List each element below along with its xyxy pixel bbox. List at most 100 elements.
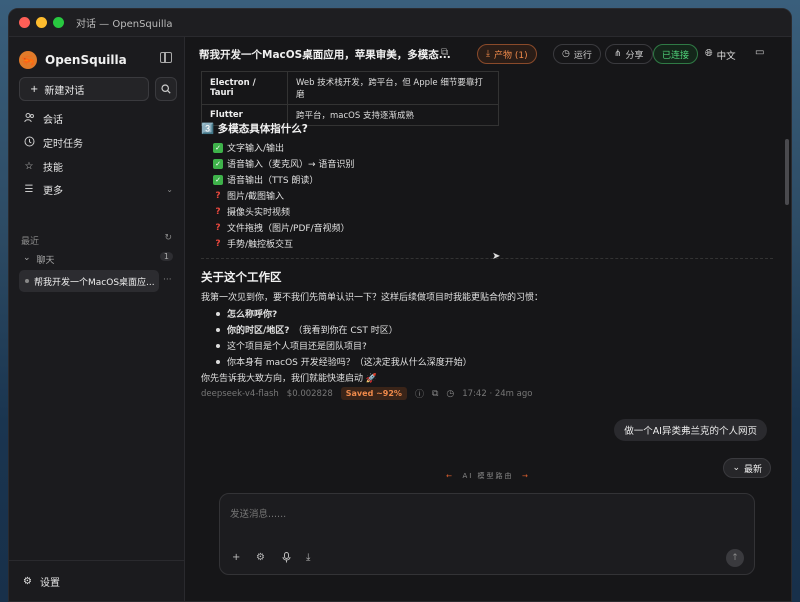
list-item-text: 文字输入/输出	[227, 144, 285, 154]
list-item: 你的时区/地区? （我看到你在 CST 时区）	[213, 323, 398, 336]
list-item-text: 这个项目是个人项目还是团队项目?	[227, 342, 367, 352]
close-window-button[interactable]	[19, 17, 30, 28]
bullet-icon	[216, 359, 220, 364]
minimize-window-button[interactable]	[36, 17, 47, 28]
copy-icon[interactable]: ⧉	[441, 47, 448, 58]
list-item: ✓ 语音输入（麦克风）→ 语音识别	[213, 157, 354, 170]
window-title: 对话 — OpenSquilla	[76, 19, 173, 30]
chevron-down-icon: ⌄	[23, 253, 31, 263]
sidebar-item-sessions[interactable]: 会话	[23, 111, 173, 126]
conversation-item[interactable]: 帮我开发一个MacOS桌面应...	[19, 270, 159, 292]
list-item-text: 摄像头实时视频	[227, 208, 291, 218]
list-item: ? 图片/截图输入	[213, 189, 285, 203]
question-icon: ?	[215, 222, 221, 233]
share-button[interactable]: ⋔ 分享	[605, 44, 653, 64]
paragraph: 你先告诉我大致方向，我们就能快速启动 🚀	[201, 374, 378, 384]
check-icon: ✓	[213, 174, 223, 185]
conversation-title: 帮我开发一个MacOS桌面应...	[34, 277, 155, 288]
mouse-cursor-icon: ➤	[492, 251, 501, 262]
question-icon: ?	[215, 206, 221, 217]
message-input[interactable]	[230, 504, 730, 524]
message-meta: deepseek-v4-flash $0.002828 Saved ~92% ⓘ…	[201, 387, 532, 400]
tech-table: Electron / Tauri Web 技术栈开发，跨平台，但 Apple 细…	[201, 71, 499, 126]
sidebar-item-label: 定时任务	[43, 139, 83, 150]
table-cell: 跨平台，macOS 支持逐渐成熟	[287, 104, 499, 126]
run-label: 运行	[573, 50, 592, 61]
list-item: ? 摄像头实时视频	[213, 205, 291, 219]
more-options-icon[interactable]: ···	[163, 275, 172, 285]
route-label: AI 模型路由	[462, 472, 514, 480]
refresh-icon[interactable]: ↻	[164, 233, 172, 243]
star-icon: ☆	[24, 161, 34, 172]
cost-value: $0.002828	[286, 388, 333, 399]
language-switch[interactable]: 🌐︎ 中文	[705, 48, 736, 62]
gear-icon: ⚙	[23, 576, 32, 587]
group-count-badge: 1	[159, 252, 173, 261]
info-icon[interactable]: ⓘ	[415, 387, 424, 400]
question-icon: ?	[215, 238, 221, 249]
list-item-text: 手势/触控板交互	[227, 240, 294, 250]
bullet-icon	[216, 327, 220, 332]
sidebar-item-label: 更多	[43, 186, 63, 197]
main-panel: 帮我开发一个MacOS桌面应用，苹果审美，多模态... ⧉ ⤓ 产物 (1) ◷…	[185, 37, 791, 601]
brand-name: OpenSquilla	[45, 53, 127, 67]
list-item: 这个项目是个人项目还是团队项目?	[213, 339, 367, 352]
search-icon	[161, 84, 171, 94]
question-icon: ?	[215, 190, 221, 201]
bullet-icon	[216, 343, 220, 348]
send-button[interactable]: ↑	[726, 549, 744, 567]
arrow-right-icon: →	[521, 472, 530, 480]
saved-badge: Saved ~92%	[340, 387, 407, 400]
microphone-icon[interactable]	[282, 552, 291, 566]
products-button[interactable]: ⤓ 产物 (1)	[477, 44, 537, 64]
arrow-left-icon: ←	[446, 472, 454, 480]
section-heading: 关于这个工作区	[201, 270, 282, 284]
list-item-text: 语音输出（TTS 朗读）	[227, 176, 319, 186]
list-item: ✓ 语音输出（TTS 朗读）	[213, 173, 318, 186]
message-time: 17:42 · 24m ago	[462, 388, 533, 399]
new-chat-label: 新建对话	[44, 85, 85, 97]
run-button[interactable]: ◷ 运行	[553, 44, 601, 64]
list-item-text: 图片/截图输入	[227, 192, 285, 202]
settings-label: 设置	[39, 578, 60, 589]
check-icon: ✓	[213, 142, 223, 153]
download-icon: ⤓	[486, 49, 490, 59]
products-label: 产物 (1)	[493, 50, 528, 61]
plus-icon: +	[30, 83, 39, 95]
sidebar-item-skills[interactable]: ☆ 技能	[23, 159, 173, 174]
sidebar-item-scheduled-tasks[interactable]: 定时任务	[23, 135, 173, 150]
paragraph: 我第一次见到你，要不我们先简单认识一下？这样后续做项目时我能更贴合你的习惯：	[201, 293, 544, 303]
message-composer: + ⚙ ⤓ ↑	[219, 493, 755, 575]
model-name: deepseek-v4-flash	[201, 388, 279, 399]
divider	[9, 560, 184, 561]
table-row: Electron / Tauri Web 技术栈开发，跨平台，但 Apple 细…	[201, 71, 499, 105]
top-bar: 帮我开发一个MacOS桌面应用，苹果审美，多模态... ⧉ ⤓ 产物 (1) ◷…	[185, 37, 791, 71]
download-icon[interactable]: ⤓	[306, 552, 310, 563]
bullet-icon	[216, 311, 220, 316]
divider	[201, 258, 773, 259]
list-item: ? 文件拖拽（图片/PDF/音视频）	[213, 221, 349, 235]
list-item-text: 你本身有 macOS 开发经验吗？（这决定我从什么深度开始）	[227, 358, 472, 368]
search-button[interactable]	[155, 77, 177, 101]
copy-icon[interactable]: ⧉	[432, 389, 438, 399]
plus-icon[interactable]: +	[232, 552, 240, 563]
zoom-window-button[interactable]	[53, 17, 64, 28]
brand-logo-icon: 🦐	[19, 51, 37, 69]
clock-icon: ◷	[446, 388, 455, 399]
settings-button[interactable]: ⚙ 设置	[23, 574, 60, 589]
connection-status-badge: 已连接	[653, 44, 699, 64]
sidebar-item-label: 技能	[43, 163, 63, 174]
sidebar-toggle-icon[interactable]	[160, 52, 172, 63]
new-chat-button[interactable]: + 新建对话	[19, 77, 149, 101]
section-heading: 3️⃣ 多模态具体指什么?	[201, 123, 308, 135]
sidebar: 🦐 OpenSquilla + 新建对话 会话 定时任务 ☆ 技能 ☰ 更多 ⌄…	[9, 37, 185, 601]
monitor-icon[interactable]: ▭	[755, 47, 764, 58]
gear-icon[interactable]: ⚙	[256, 552, 265, 563]
conversation-group[interactable]: ⌄ 聊天 1	[23, 252, 173, 266]
sidebar-item-more[interactable]: ☰ 更多 ⌄	[23, 182, 173, 197]
scrollbar[interactable]	[785, 139, 789, 205]
group-label: 聊天	[36, 256, 55, 266]
list-item-text: （我看到你在 CST 时区）	[293, 326, 398, 336]
chevron-down-icon: ⌄	[166, 185, 173, 194]
list-item: ? 手势/触控板交互	[213, 237, 294, 251]
